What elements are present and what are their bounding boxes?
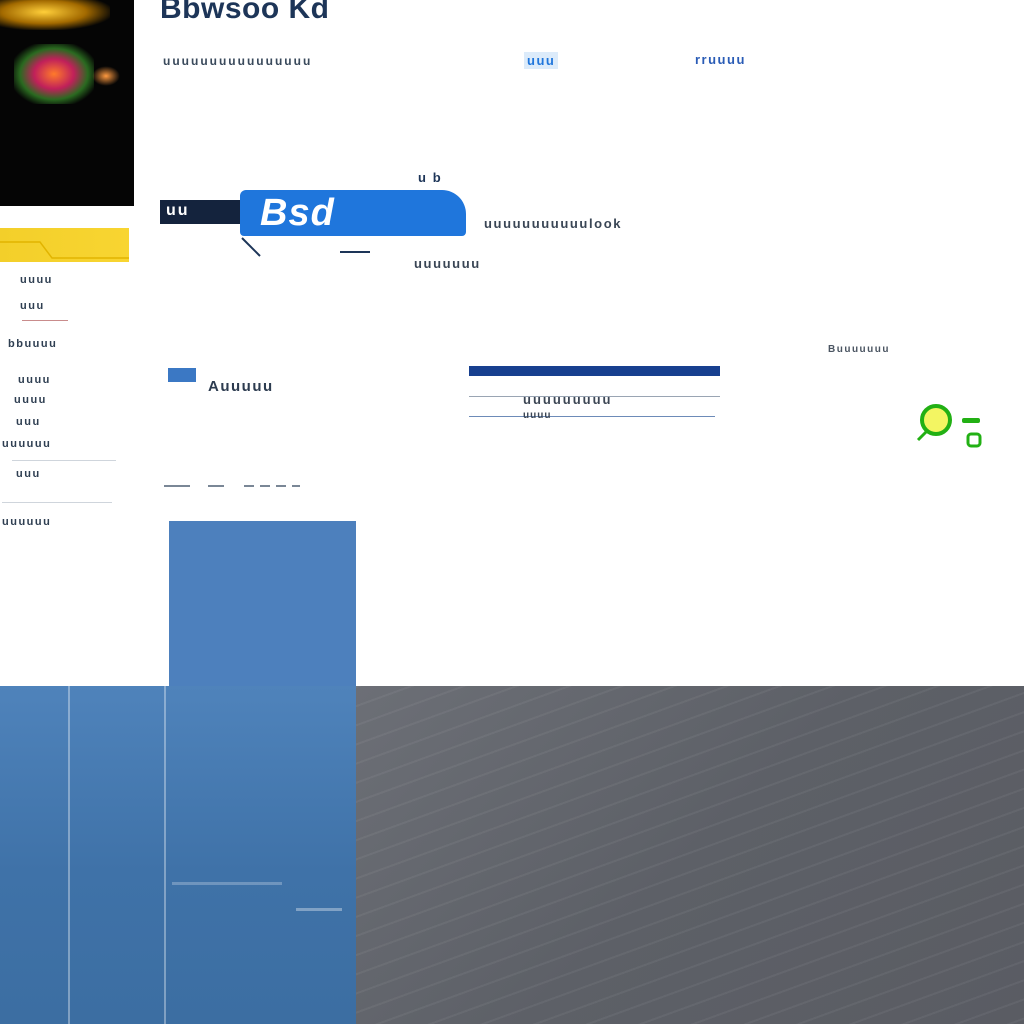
sidebar-item[interactable]: bbuuuu <box>8 338 57 350</box>
sidebar-item[interactable]: uuuu <box>20 274 53 286</box>
page-title: Bbwsoo Kd <box>160 0 330 25</box>
blue-tile[interactable] <box>169 521 356 690</box>
brand-logo: uu Bsd <box>160 186 466 257</box>
section-label: Auuuuu <box>208 378 274 395</box>
media-thumbnail[interactable] <box>0 0 134 206</box>
blue-panel <box>0 686 356 1024</box>
section-divider <box>164 474 300 487</box>
section-marker <box>168 368 196 382</box>
sidebar-item[interactable]: uuu <box>16 416 41 428</box>
sidebar-highlight <box>0 228 129 262</box>
header-link-long[interactable]: rruuuu <box>695 52 746 67</box>
hero-kicker: u b <box>418 170 443 185</box>
sidebar-item[interactable]: uuu <box>20 300 45 312</box>
status-icon <box>914 400 988 452</box>
sidebar-item[interactable]: uuuuuu <box>2 438 51 450</box>
logo-wordmark: Bsd <box>260 192 335 234</box>
right-note: Buuuuuuu <box>828 344 890 355</box>
result-sub: uuuu <box>523 410 552 421</box>
header-link-short[interactable]: uuu <box>524 52 559 69</box>
search-result[interactable]: uuuuuuuuu uuuu <box>469 386 720 426</box>
logo-prefix: uu <box>166 202 190 219</box>
sidebar-item[interactable]: uuuuuu <box>2 516 51 528</box>
sidebar-item[interactable]: uuu <box>16 468 41 480</box>
result-label: uuuuuuuuu <box>523 392 613 407</box>
page-subtitle: uuuuuuuuuuuuuuuu <box>163 54 313 68</box>
sidebar-item[interactable]: uuuu <box>18 374 51 386</box>
hero-caption: uuuuuuu <box>414 256 481 271</box>
sidebar-item[interactable]: uuuu <box>14 394 47 406</box>
search-bar[interactable] <box>469 366 720 376</box>
hero-description: uuuuuuuuuuulook <box>484 216 623 231</box>
grey-panel <box>356 686 1024 1024</box>
